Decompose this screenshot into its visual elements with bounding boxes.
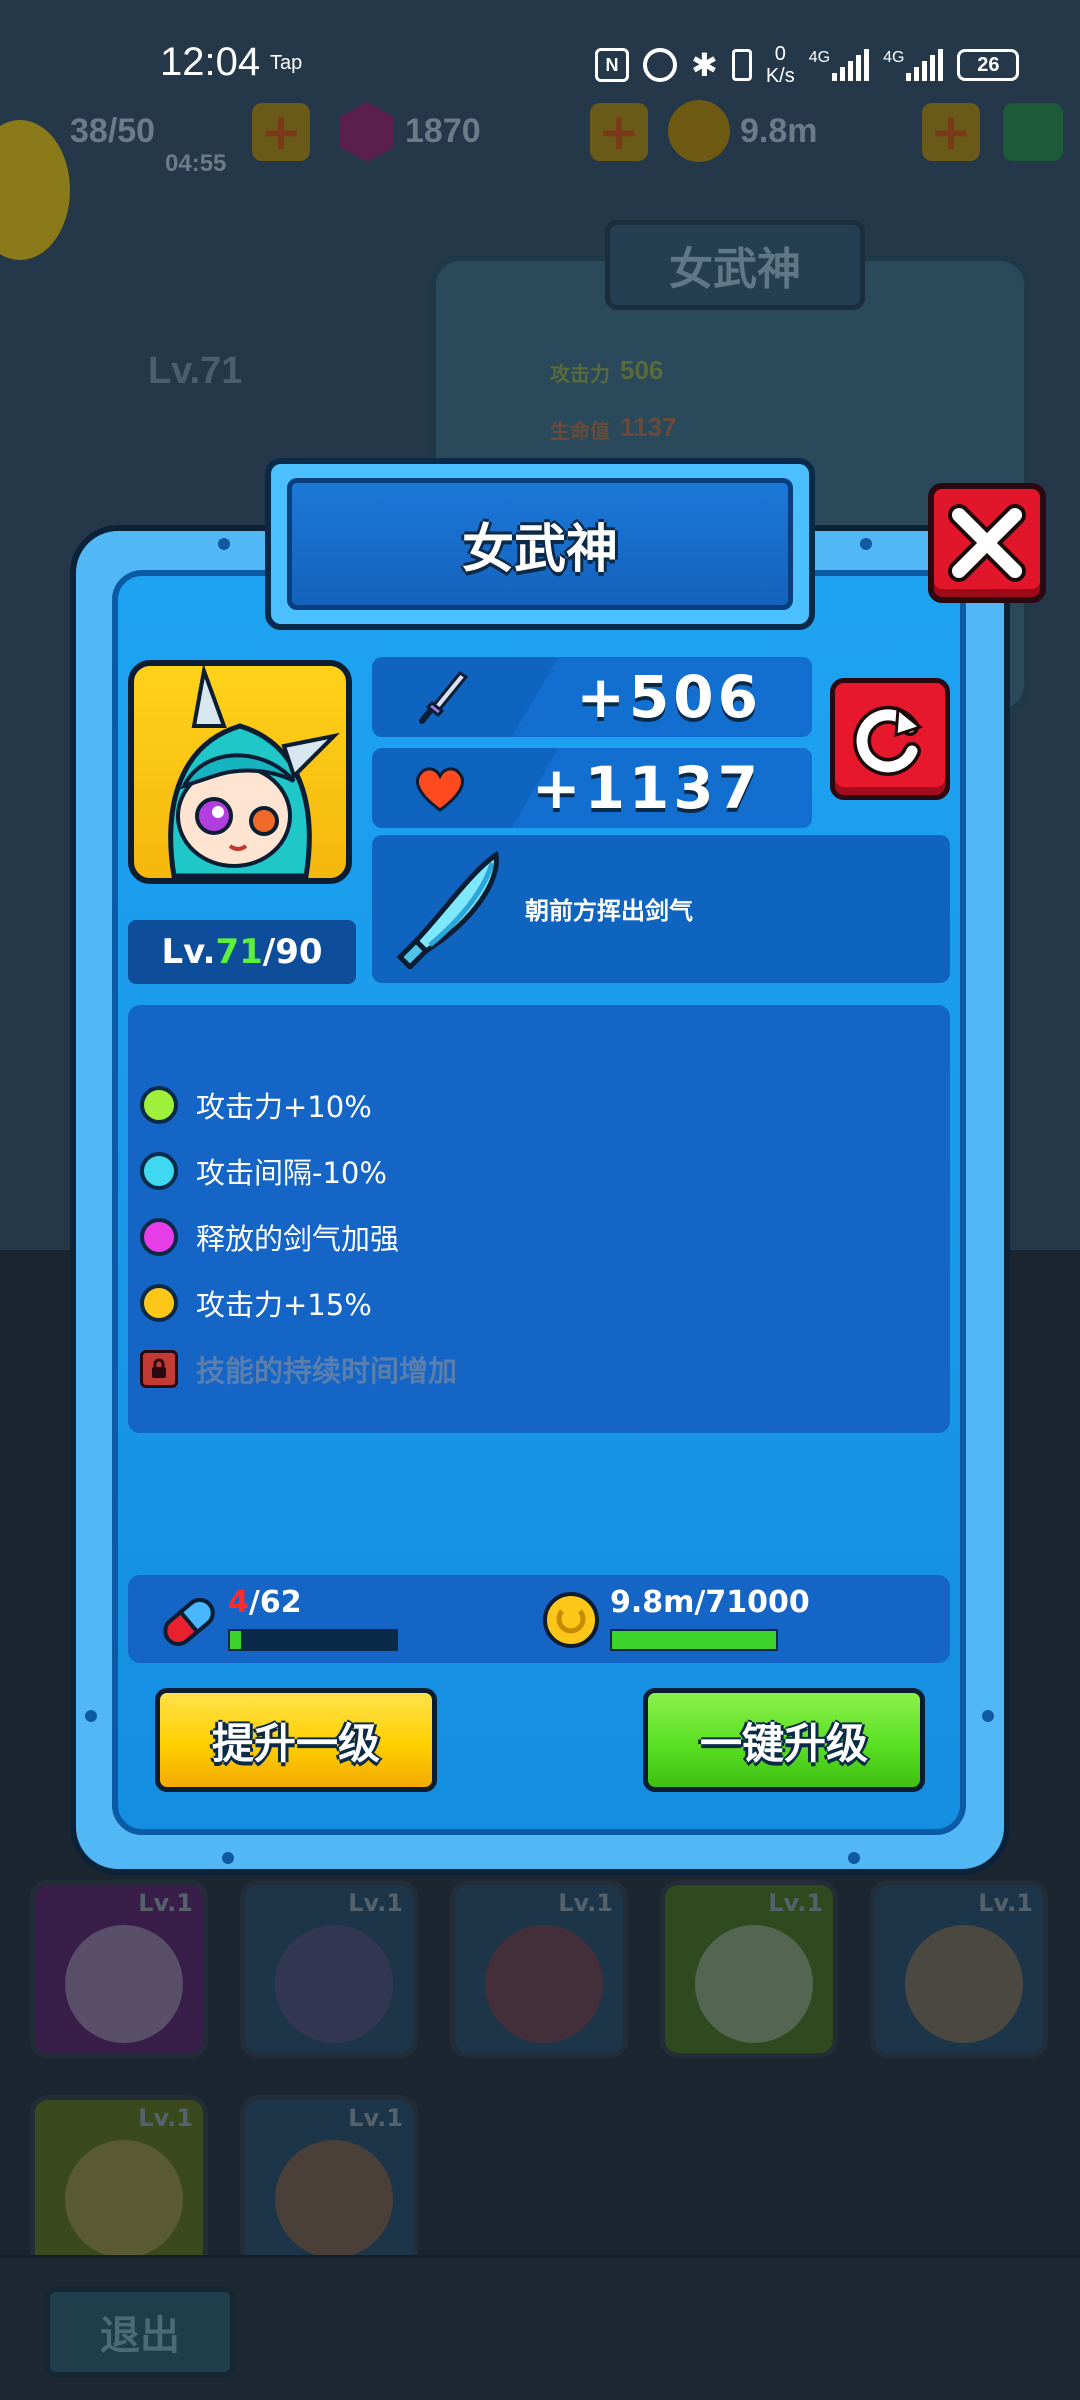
attack-value: +506 [576, 663, 762, 731]
valkyrie-portrait-icon [168, 666, 341, 878]
bg-hp-label: 生命值 [550, 421, 610, 443]
upgrade-all-button[interactable]: 一键升级 [643, 1688, 925, 1792]
upgrade-cost-bar: 4/62 9.8m/71000 [128, 1575, 950, 1663]
tap-indicator: Tap [270, 52, 303, 74]
exit-button[interactable]: 退出 [45, 2287, 235, 2377]
upgrade-one-level-button[interactable]: 提升一级 [155, 1688, 437, 1792]
hp-value: +1137 [531, 754, 762, 822]
frame-rivet [848, 1852, 860, 1864]
hp-stat-row: +1137 [372, 748, 812, 828]
network-speed: 0 K/s [765, 43, 795, 87]
skill-description: 朝前方挥出剑气 [525, 897, 693, 925]
hero-card[interactable]: Lv.1 [660, 1880, 838, 2058]
heart-icon [416, 767, 464, 812]
hero-card[interactable]: Lv.1 [240, 1880, 418, 2058]
hero-level: Lv. 71/90 [128, 920, 356, 984]
bg-attack-label: 攻击力 [550, 364, 610, 386]
locked-list-item: 技能的持续时间增加 [140, 1347, 457, 1391]
list-item: 释放的剑气加强 [140, 1215, 399, 1259]
signal-bars-icon [832, 49, 870, 81]
pill-progress-bar [228, 1629, 398, 1651]
frame-rivet [85, 1710, 97, 1722]
coin-cost: 9.8m/71000 [610, 1585, 810, 1620]
close-button[interactable] [928, 483, 1046, 603]
coin-progress-bar [610, 1629, 778, 1651]
vibrate-icon [731, 49, 752, 81]
hero-card[interactable]: Lv.1 [30, 2095, 208, 2273]
status-bar: 12:04 Tap N ✱ 0 K/s 4G 4G 26 [0, 0, 1080, 130]
battery-indicator: 26 [957, 49, 1020, 81]
hero-name-tab: 女武神 [605, 220, 865, 310]
energy-timer: 04:55 [165, 150, 227, 177]
bonus-list: 攻击力+10% 攻击间隔-10% 释放的剑气加强 攻击力+15% 技能的持续时间… [128, 1005, 950, 1433]
hero-level-label: Lv.71 [148, 350, 243, 392]
gold-coin-icon [543, 1592, 599, 1648]
frame-rivet [860, 538, 872, 550]
close-icon [948, 504, 1026, 582]
bg-attack-value: 506 [620, 355, 664, 385]
frame-rivet [982, 1710, 994, 1722]
magenta-dot-icon [140, 1218, 178, 1256]
bg-hp-value: 1137 [620, 412, 677, 442]
skill-box: 朝前方挥出剑气 [372, 835, 950, 983]
reset-button[interactable] [830, 678, 950, 800]
hero-card[interactable]: Lv.1 [450, 1880, 628, 2058]
lock-icon [140, 1350, 178, 1388]
dialog-title: 女武神 [287, 478, 793, 610]
alarm-icon [643, 48, 677, 82]
frame-rivet [222, 1852, 234, 1864]
bluetooth-icon: ✱ [691, 47, 718, 83]
sword-icon [419, 670, 469, 724]
hero-card[interactable]: Lv.1 [30, 1880, 208, 2058]
signal-1: 4G [809, 49, 870, 81]
signal-bars-icon [906, 49, 944, 81]
signal-2: 4G [883, 49, 944, 81]
nfc-icon: N [595, 48, 629, 82]
status-time: 12:04 [160, 40, 261, 84]
dialog-title-plate: 女武神 [265, 458, 815, 630]
pill-count: 4/62 [228, 1585, 302, 1620]
hero-card[interactable]: Lv.1 [870, 1880, 1048, 2058]
frame-rivet [218, 538, 230, 550]
hero-portrait [128, 660, 352, 884]
cyan-dot-icon [140, 1152, 178, 1190]
list-item: 攻击力+15% [140, 1281, 372, 1325]
refresh-icon [853, 705, 924, 776]
green-dot-icon [140, 1086, 178, 1124]
orange-dot-icon [140, 1284, 178, 1322]
list-item: 攻击间隔-10% [140, 1149, 387, 1193]
pill-icon [163, 1598, 215, 1646]
hero-card[interactable]: Lv.1 [240, 2095, 418, 2273]
attack-stat-row: +506 [372, 657, 812, 737]
sword-skill-icon [396, 850, 499, 969]
list-item: 攻击力+10% [140, 1083, 372, 1127]
